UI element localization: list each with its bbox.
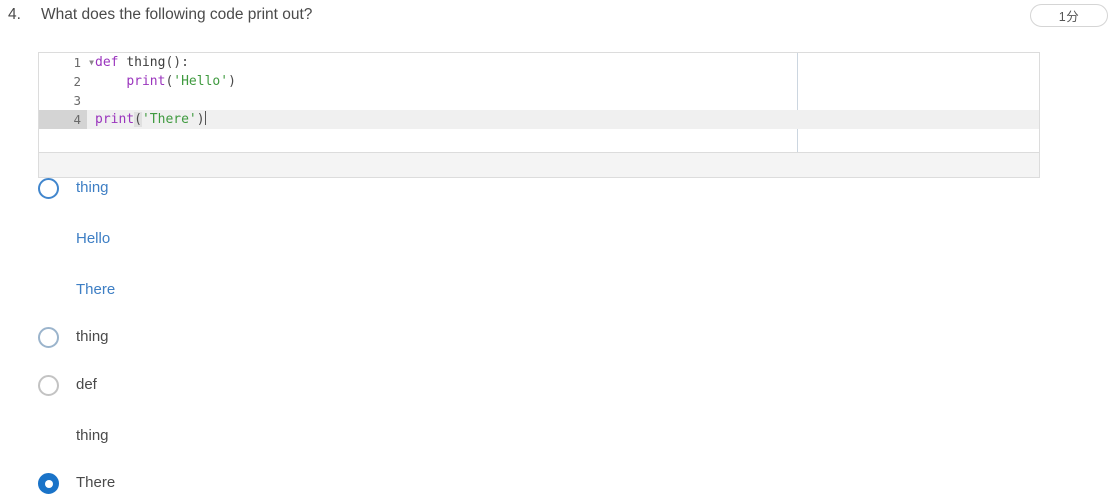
token-string-there: 'There' xyxy=(141,112,197,127)
token-keyword-def: def xyxy=(95,55,119,70)
gutter-line-3[interactable]: 3 xyxy=(39,91,87,110)
radio-button-option-1[interactable] xyxy=(38,178,59,199)
question-number: 4. xyxy=(8,6,21,23)
code-editor-inner: 1 ▼ 2 3 4 def thing(): print('Hello') pr… xyxy=(39,53,1039,152)
token-open-paren-matched: ( xyxy=(134,112,142,127)
answer-option-1-line-1: thing xyxy=(76,179,109,196)
code-line-4[interactable]: print('There') xyxy=(87,110,1039,129)
points-badge: 1分 xyxy=(1030,4,1108,27)
radio-button-option-4[interactable] xyxy=(38,473,59,494)
radio-button-option-2[interactable] xyxy=(38,327,59,348)
token-string-hello: 'Hello' xyxy=(173,74,229,89)
token-punctuation: (): xyxy=(165,55,189,70)
text-cursor xyxy=(204,111,206,125)
code-line-3[interactable] xyxy=(87,91,1039,110)
code-content[interactable]: def thing(): print('Hello') print('There… xyxy=(87,53,1039,152)
gutter-line-2[interactable]: 2 xyxy=(39,72,87,91)
question-text: What does the following code print out? xyxy=(41,6,313,23)
line-number-2: 2 xyxy=(73,74,81,89)
radio-button-option-3[interactable] xyxy=(38,375,59,396)
line-number-3: 3 xyxy=(73,93,81,108)
code-editor[interactable]: 1 ▼ 2 3 4 def thing(): print('Hello') pr… xyxy=(38,52,1040,152)
line-number-1: 1 xyxy=(73,55,81,70)
answer-option-1-line-2: Hello xyxy=(76,230,111,247)
gutter-line-4[interactable]: 4 xyxy=(39,110,87,129)
code-line-2[interactable]: print('Hello') xyxy=(87,72,1039,91)
code-line-1[interactable]: def thing(): xyxy=(87,53,1039,72)
line-number-4: 4 xyxy=(73,112,81,127)
answer-option-1-line-3: There xyxy=(76,281,116,298)
answer-option-4-line-1: There xyxy=(76,474,116,491)
token-close-paren: ) xyxy=(228,74,236,89)
answer-option-2-line-1: thing xyxy=(76,328,109,345)
gutter-line-1[interactable]: 1 ▼ xyxy=(39,53,93,72)
code-editor-footer xyxy=(38,152,1040,178)
line-number-gutter: 1 ▼ 2 3 4 xyxy=(39,53,94,152)
question-header: 4. What does the following code print ou… xyxy=(0,0,1116,34)
token-print-call: print xyxy=(95,112,135,127)
answer-option-3-line-2: thing xyxy=(76,427,109,444)
token-close-paren: ) xyxy=(196,112,205,127)
token-function-name: thing xyxy=(126,55,166,70)
token-print-call: print xyxy=(126,74,166,89)
answer-option-3-line-1: def xyxy=(76,376,97,393)
